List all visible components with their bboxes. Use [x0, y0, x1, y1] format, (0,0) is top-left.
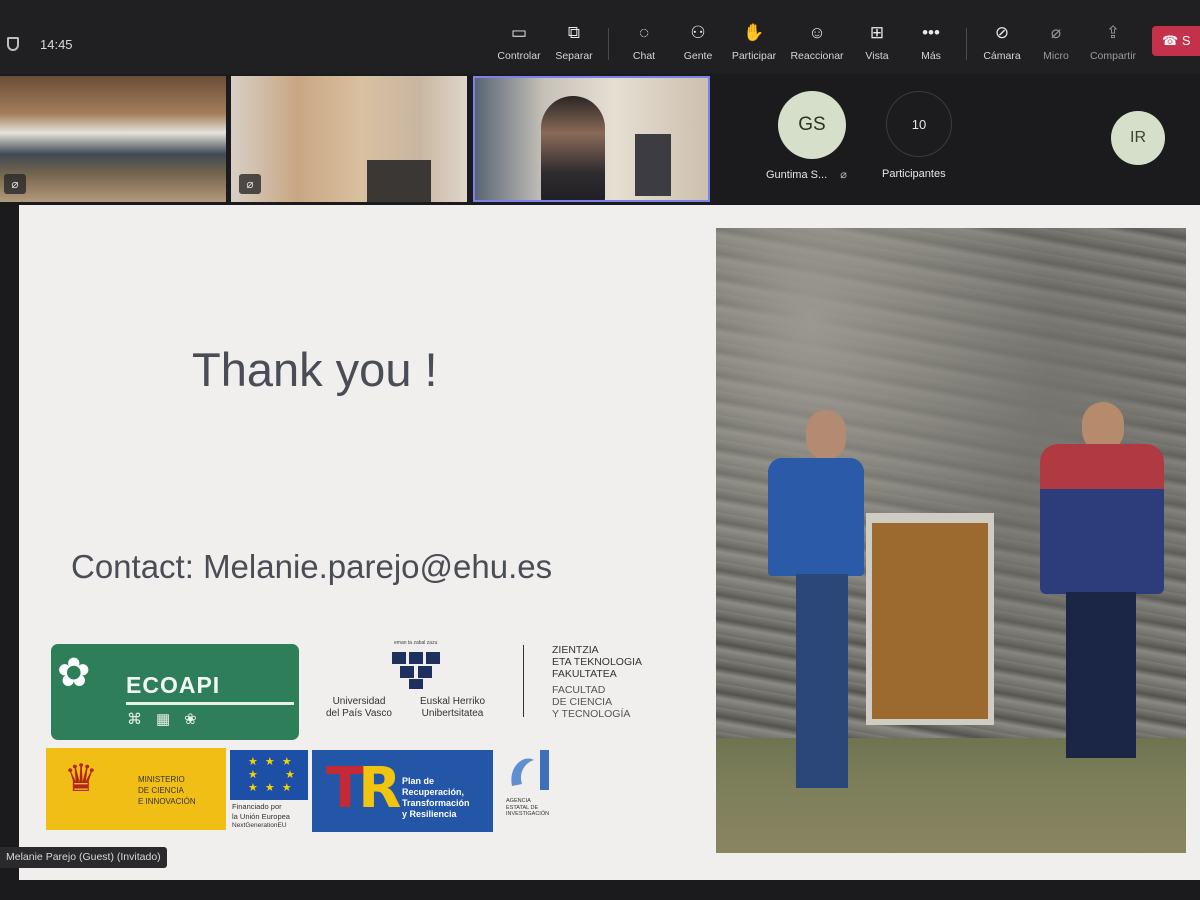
camera-button[interactable]: ⊘ Cámara	[974, 22, 1030, 68]
raise-hand-button[interactable]: ✋ Participar	[726, 22, 782, 68]
toolbar-divider	[966, 28, 967, 60]
eu-flag-icon: ★ ★ ★ ★ ★ ★ ★ ★	[230, 750, 308, 800]
ellipsis-icon: •••	[922, 23, 940, 42]
camera-off-icon: ⊘	[994, 23, 1010, 42]
aei-caption: AGENCIA ESTATAL DE INVESTIGACIÓN	[506, 798, 550, 817]
recovery-plan-logo: TR Plan de Recuperación, Transformación …	[312, 750, 493, 832]
mic-muted-icon: ⌀	[4, 174, 26, 194]
toolbar-divider	[608, 28, 609, 60]
aei-logo-icon	[511, 750, 549, 790]
pop-out-icon: ⧉	[567, 23, 581, 42]
meeting-timer: 14:45	[40, 37, 73, 52]
view-button[interactable]: ⊞ Vista	[849, 22, 905, 68]
slide-photo	[716, 228, 1186, 853]
control-button[interactable]: ▭ Controlar	[491, 22, 547, 68]
upv-name-eu: Euskal Herriko Unibertsitatea	[420, 696, 486, 719]
share-icon: ⇪	[1105, 23, 1121, 42]
smiley-icon: ☺	[808, 23, 826, 42]
presenter-name-badge: Melanie Parejo (Guest) (Invitado)	[0, 847, 167, 868]
pop-out-button[interactable]: ⧉ Separar	[546, 22, 602, 68]
avatar-ir[interactable]: IR	[1111, 111, 1165, 165]
participant-count-label: Participantes	[882, 168, 946, 180]
bee-icon: ✿	[57, 651, 91, 695]
video-tile-ceiling[interactable]: ⌀	[231, 76, 467, 202]
photo-door	[866, 513, 994, 725]
video-background	[635, 134, 671, 196]
meeting-toolbar: 14:45 ▭ Controlar ⧉ Separar ◌ Chat ⚇ Gen…	[0, 0, 1200, 74]
upv-motto: eman ta zabal zazu	[394, 640, 438, 646]
participant-video	[541, 96, 605, 200]
slide-contact: Contact: Melanie.parejo@ehu.es	[71, 548, 553, 585]
chat-icon: ◌	[638, 23, 650, 42]
eu-caption-line: NextGenerationEU	[232, 822, 287, 829]
phone-hangup-icon: ☎	[1162, 33, 1179, 48]
faculty-es: FACULTAD DE CIENCIA Y TECNOLOGÍA	[552, 684, 631, 720]
photo-person-left	[762, 408, 874, 808]
video-tile-active-speaker[interactable]	[473, 76, 710, 202]
share-button[interactable]: ⇪ Compartir	[1085, 22, 1141, 68]
ecoapi-symbols-icon: ⌘▦❀	[127, 711, 211, 728]
participant-count-bubble[interactable]: 10	[886, 91, 952, 157]
upv-tree-logo-icon	[392, 652, 440, 689]
eu-caption-line: Financiado por	[232, 802, 282, 811]
control-icon: ▭	[510, 23, 528, 42]
mic-muted-icon: ⌀	[840, 169, 847, 181]
faculty-eu: ZIENTZIA ETA TEKNOLOGIA FAKULTATEA	[552, 644, 643, 680]
shield-icon	[7, 37, 19, 51]
grid-icon: ⊞	[869, 23, 885, 42]
tr-mark-icon: TR	[326, 756, 401, 821]
logo-divider	[126, 702, 294, 705]
ecoapi-logo: ✿ ECOAPI ⌘▦❀	[51, 644, 299, 740]
ministerio-logo: ♛ MINISTERIO DE CIENCIA E INNOVACIÓN	[46, 748, 226, 830]
participant-name-gs: Guntima S... ⌀	[766, 169, 847, 181]
leave-button[interactable]: ☎ S	[1152, 26, 1200, 56]
upv-name-es: Universidad del País Vasco	[326, 696, 392, 719]
video-content	[367, 160, 431, 202]
react-button[interactable]: ☺ Reaccionar	[789, 22, 845, 68]
slide-title: Thank you !	[192, 343, 438, 396]
mic-off-icon: ⌀	[1050, 23, 1062, 42]
more-button[interactable]: ••• Más	[903, 22, 959, 68]
people-button[interactable]: ⚇ Gente	[670, 22, 726, 68]
people-icon: ⚇	[690, 23, 706, 42]
hand-icon: ✋	[743, 23, 765, 42]
mic-button[interactable]: ⌀ Micro	[1028, 22, 1084, 68]
chat-button[interactable]: ◌ Chat	[616, 22, 672, 68]
mic-muted-icon: ⌀	[239, 174, 261, 194]
video-tile-room[interactable]: ⌀	[0, 76, 226, 202]
photo-person-right	[1034, 402, 1168, 762]
spain-crest-icon: ♛	[64, 758, 99, 800]
logo-separator	[523, 645, 524, 717]
eu-caption-line: la Unión Europea	[232, 812, 290, 821]
avatar-gs[interactable]: GS	[778, 91, 846, 159]
